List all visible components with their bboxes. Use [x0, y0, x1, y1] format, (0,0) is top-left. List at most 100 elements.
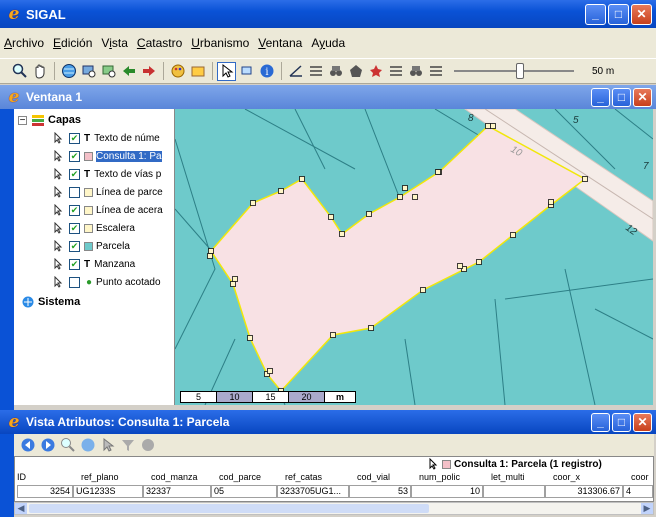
- vertex-handle[interactable]: [397, 194, 403, 200]
- column-header[interactable]: coor_x: [553, 472, 580, 484]
- list-icon[interactable]: [306, 62, 325, 81]
- layer-checkbox[interactable]: [69, 276, 80, 288]
- column-header[interactable]: cod_manza: [151, 472, 198, 484]
- zoom-icon[interactable]: [10, 62, 29, 81]
- attr-horizontal-scrollbar[interactable]: ◀ ▶: [14, 502, 654, 515]
- vertex-handle[interactable]: [230, 281, 236, 287]
- zoom-record-icon[interactable]: [58, 436, 77, 455]
- vertex-handle[interactable]: [366, 211, 372, 217]
- vertex-handle[interactable]: [330, 332, 336, 338]
- layer-pointer-icon[interactable]: [54, 150, 65, 162]
- select-pointer-icon[interactable]: [217, 61, 236, 81]
- scroll-left-icon[interactable]: ◀: [15, 503, 27, 514]
- layer-checkbox[interactable]: ✔: [69, 222, 80, 234]
- attr-close-button[interactable]: ✕: [633, 412, 652, 432]
- table-cell[interactable]: 3233705UG1...: [277, 485, 349, 498]
- vertex-handle[interactable]: [420, 287, 426, 293]
- vertex-handle[interactable]: [232, 276, 238, 282]
- globe-record-icon[interactable]: [78, 436, 97, 455]
- system-node[interactable]: Sistema: [22, 293, 183, 311]
- close-button[interactable]: ✕: [631, 3, 652, 25]
- layer-checkbox[interactable]: ✔: [69, 132, 80, 144]
- menu-catastro[interactable]: Catastro: [137, 36, 182, 50]
- table-cell[interactable]: 313306.67: [545, 485, 623, 498]
- vertex-handle[interactable]: [402, 185, 408, 191]
- column-header[interactable]: cod_parce: [219, 472, 261, 484]
- vertex-handle[interactable]: [208, 248, 214, 254]
- back-arrow-icon[interactable]: [119, 62, 138, 81]
- table-cell[interactable]: 4: [623, 485, 653, 498]
- vertex-handle[interactable]: [435, 169, 441, 175]
- layer-checkbox[interactable]: ✔: [69, 240, 80, 252]
- filter-icon[interactable]: [118, 436, 137, 455]
- properties-list-icon[interactable]: [426, 62, 445, 81]
- menu-edicion[interactable]: Edición: [53, 36, 92, 50]
- scroll-right-icon[interactable]: ▶: [641, 503, 653, 514]
- vertex-handle[interactable]: [368, 325, 374, 331]
- pointer-record-icon[interactable]: [98, 436, 117, 455]
- map-maximize-button[interactable]: □: [612, 87, 631, 107]
- table-list-icon[interactable]: [386, 62, 405, 81]
- menu-urbanismo[interactable]: Urbanismo: [191, 36, 249, 50]
- layer-checkbox[interactable]: ✔: [69, 168, 80, 180]
- column-header[interactable]: ref_catas: [285, 472, 322, 484]
- table-cell[interactable]: 05: [211, 485, 277, 498]
- vertex-handle[interactable]: [510, 232, 516, 238]
- map-close-button[interactable]: ✕: [633, 87, 652, 107]
- layer-group-capas[interactable]: − Capas: [18, 111, 179, 129]
- layer-checkbox[interactable]: ✔: [69, 204, 80, 216]
- layer-pointer-icon[interactable]: [54, 204, 65, 216]
- zoom-extent-icon[interactable]: [79, 62, 98, 81]
- pan-hand-icon[interactable]: [30, 62, 49, 81]
- map-minimize-button[interactable]: _: [591, 87, 610, 107]
- table-cell[interactable]: 32337: [143, 485, 211, 498]
- vertex-handle[interactable]: [485, 123, 491, 129]
- layer-pointer-icon[interactable]: [54, 222, 65, 234]
- column-header[interactable]: ref_plano: [81, 472, 119, 484]
- vertex-handle[interactable]: [412, 194, 418, 200]
- star-shape-icon[interactable]: [366, 62, 385, 81]
- next-record-icon[interactable]: [38, 436, 57, 455]
- attr-minimize-button[interactable]: _: [591, 412, 610, 432]
- info-icon[interactable]: i: [257, 62, 276, 81]
- prev-record-icon[interactable]: [18, 436, 37, 455]
- column-header[interactable]: ID: [17, 472, 26, 484]
- layer-pointer-icon[interactable]: [54, 258, 65, 270]
- layer-pointer-icon[interactable]: [54, 168, 65, 180]
- table-cell[interactable]: 53: [349, 485, 411, 498]
- layer-checkbox[interactable]: ✔: [69, 258, 80, 270]
- vertex-handle[interactable]: [247, 335, 253, 341]
- zoom-layer-icon[interactable]: [99, 62, 118, 81]
- vertex-handle[interactable]: [267, 368, 273, 374]
- vertex-handle[interactable]: [490, 123, 496, 129]
- layer-pointer-icon[interactable]: [54, 240, 65, 252]
- layer-checkbox[interactable]: ✔: [69, 150, 80, 162]
- shape-icon[interactable]: [346, 62, 365, 81]
- layer-pointer-icon[interactable]: [54, 132, 65, 144]
- vertex-handle[interactable]: [548, 199, 554, 205]
- scale-slider-thumb[interactable]: [515, 63, 524, 79]
- layers-icon[interactable]: [188, 62, 207, 81]
- forward-arrow-icon[interactable]: [139, 62, 158, 81]
- menu-ventana[interactable]: Ventana: [258, 36, 302, 50]
- menu-ayuda[interactable]: Ayuda: [311, 36, 345, 50]
- table-cell[interactable]: 3254: [17, 485, 73, 498]
- vertex-handle[interactable]: [457, 263, 463, 269]
- collapse-icon[interactable]: −: [18, 115, 27, 126]
- measure-icon[interactable]: [286, 62, 305, 81]
- map-canvas[interactable]: 8 5 10 7 12 5 10 15 20 m: [175, 109, 653, 405]
- vertex-handle[interactable]: [207, 253, 213, 259]
- vertex-handle[interactable]: [476, 259, 482, 265]
- table-cell[interactable]: 10: [411, 485, 483, 498]
- menu-vista[interactable]: Vista: [101, 36, 127, 50]
- vertex-handle[interactable]: [299, 176, 305, 182]
- vertex-handle[interactable]: [582, 176, 588, 182]
- column-header[interactable]: coor: [631, 472, 649, 484]
- select-rect-icon[interactable]: [237, 62, 256, 81]
- layer-pointer-icon[interactable]: [54, 276, 65, 288]
- layer-checkbox[interactable]: [69, 186, 80, 198]
- binoculars-icon[interactable]: [326, 62, 345, 81]
- layer-pointer-icon[interactable]: [54, 186, 65, 198]
- scale-slider[interactable]: [454, 63, 574, 79]
- globe-icon[interactable]: [59, 62, 78, 81]
